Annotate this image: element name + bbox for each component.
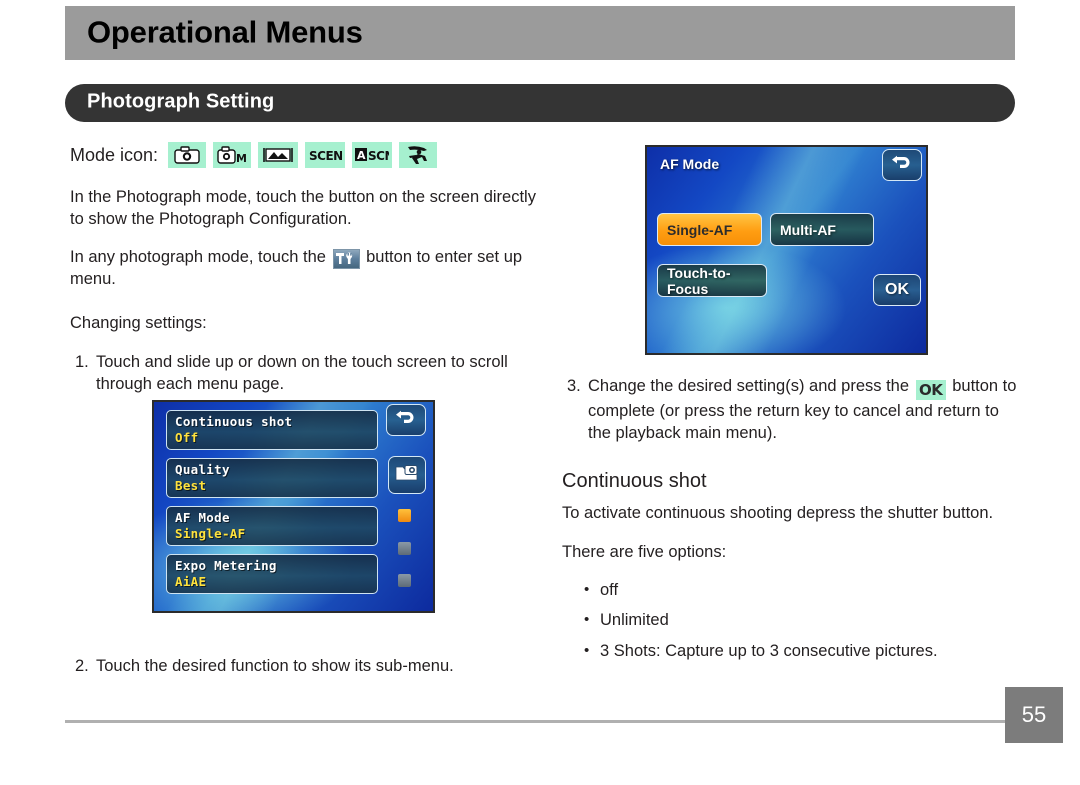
steps-list-2: 2. Touch the desired function to show it…	[70, 655, 540, 683]
menu-row-value: Off	[175, 429, 199, 445]
continuous-shot-heading: Continuous shot	[562, 470, 707, 493]
step-text: Touch the desired function to show its s…	[96, 657, 454, 675]
af-option-single-af[interactable]: Single-AF	[657, 213, 762, 246]
bullet-dot: •	[584, 580, 590, 598]
step3-text-before: Change the desired setting(s) and press …	[588, 377, 910, 395]
intro-paragraph: In the Photograph mode, touch the button…	[70, 188, 536, 228]
step-number: 2.	[75, 657, 89, 675]
list-item: 2. Touch the desired function to show it…	[70, 655, 540, 677]
step-number: 3.	[567, 377, 581, 395]
changing-settings-label: Changing settings:	[70, 313, 207, 332]
menu-row-label: Continuous shot	[175, 414, 293, 429]
af-option-label: Multi-AF	[780, 221, 836, 238]
list-item: • Unlimited	[562, 610, 1024, 631]
setup-text-before: In any photograph mode, touch the	[70, 248, 326, 267]
svg-text:M: M	[236, 152, 247, 164]
left-column: Mode icon: M SCEN A SC In the Photograph…	[70, 140, 540, 402]
bullet-dot: •	[584, 611, 590, 629]
steps-list-1: 1. Touch and slide up or down on the tou…	[70, 351, 540, 395]
menu-row-quality[interactable]: Quality Best	[166, 458, 378, 498]
bullet-text: 3 Shots: Capture up to 3 consecutive pic…	[600, 641, 938, 660]
camera-menu-screenshot: Continuous shot Off Quality Best AF Mode…	[152, 400, 435, 613]
svg-text:SCENE: SCENE	[309, 149, 342, 163]
list-item: • 3 Shots: Capture up to 3 consecutive p…	[562, 641, 1024, 662]
svg-text:SCN: SCN	[368, 149, 389, 163]
ok-button-icon: OK	[915, 380, 946, 401]
list-item: • off	[562, 580, 1024, 601]
section-title: Photograph Setting	[87, 90, 275, 113]
folder-camera-icon	[395, 463, 419, 488]
menu-row-label: Expo Metering	[175, 558, 277, 573]
af-option-touch-to-focus[interactable]: Touch-to-Focus	[657, 264, 767, 297]
continuous-shot-description: To activate continuous shooting depress …	[562, 504, 994, 523]
auto-scene-icon: A SCN	[352, 142, 393, 168]
menu-row-continuous-shot[interactable]: Continuous shot Off	[166, 410, 378, 450]
svg-text:A: A	[357, 149, 366, 162]
step-text: Touch and slide up or down on the touch …	[96, 353, 508, 394]
af-mode-screenshot: AF Mode Single-AF Multi-AF Touch-to-Focu…	[645, 145, 928, 355]
menu-row-value: Single-AF	[175, 525, 246, 541]
back-arrow-icon	[891, 154, 913, 177]
sports-figure-icon	[399, 142, 438, 168]
af-option-label: Touch-to-Focus	[667, 264, 731, 297]
menu-row-label: AF Mode	[175, 510, 230, 525]
af-return-button[interactable]	[882, 149, 922, 181]
camera-auto-icon	[168, 142, 207, 168]
af-ok-label: OK	[885, 281, 909, 298]
page-number-box: 55	[1005, 687, 1063, 743]
return-button[interactable]	[386, 404, 426, 436]
options-intro: There are five options:	[562, 542, 727, 561]
setup-paragraph: In any photograph mode, touch the button…	[70, 247, 540, 291]
page-number: 55	[1021, 702, 1047, 727]
back-arrow-icon	[395, 409, 417, 432]
page-indicator-dot[interactable]	[398, 542, 411, 555]
camera-manual-icon: M	[213, 142, 252, 168]
list-item: 3. Change the desired setting(s) and pre…	[562, 375, 1024, 444]
page-title: Operational Menus	[87, 14, 363, 50]
footer-divider	[65, 720, 1015, 723]
bullet-dot: •	[584, 641, 590, 659]
page-header-bar: Operational Menus	[65, 6, 1015, 60]
tools-setup-icon	[332, 248, 360, 269]
menu-row-value: AiAE	[175, 573, 207, 589]
page-indicator-dot[interactable]	[398, 509, 411, 522]
mode-icon-label: Mode icon:	[70, 144, 159, 165]
list-item: 1. Touch and slide up or down on the tou…	[70, 351, 540, 395]
af-screen-title: AF Mode	[660, 156, 720, 172]
panorama-icon	[258, 142, 299, 168]
menu-row-value: Best	[175, 477, 207, 493]
af-ok-button[interactable]: OK	[873, 274, 921, 306]
bullet-text: Unlimited	[600, 611, 669, 630]
menu-row-label: Quality	[175, 462, 230, 477]
step-text: Change the desired setting(s) and press …	[588, 375, 1024, 444]
mode-icon-row: Mode icon: M SCEN A SC	[70, 140, 540, 170]
options-bullet-list: • off • Unlimited • 3 Shots: Capture up …	[562, 580, 1024, 662]
playback-button[interactable]	[388, 456, 426, 494]
step-number: 1.	[75, 353, 89, 372]
menu-row-af-mode[interactable]: AF Mode Single-AF	[166, 506, 378, 546]
section-header-bar: Photograph Setting	[65, 84, 1015, 122]
bullet-text: off	[600, 580, 619, 599]
af-option-multi-af[interactable]: Multi-AF	[770, 213, 874, 246]
scene-icon: SCENE	[305, 142, 346, 168]
page-indicator-dot[interactable]	[398, 574, 411, 587]
right-column: 3. Change the desired setting(s) and pre…	[562, 375, 1024, 671]
af-option-label: Single-AF	[667, 221, 733, 238]
menu-row-expo-metering[interactable]: Expo Metering AiAE	[166, 554, 378, 594]
